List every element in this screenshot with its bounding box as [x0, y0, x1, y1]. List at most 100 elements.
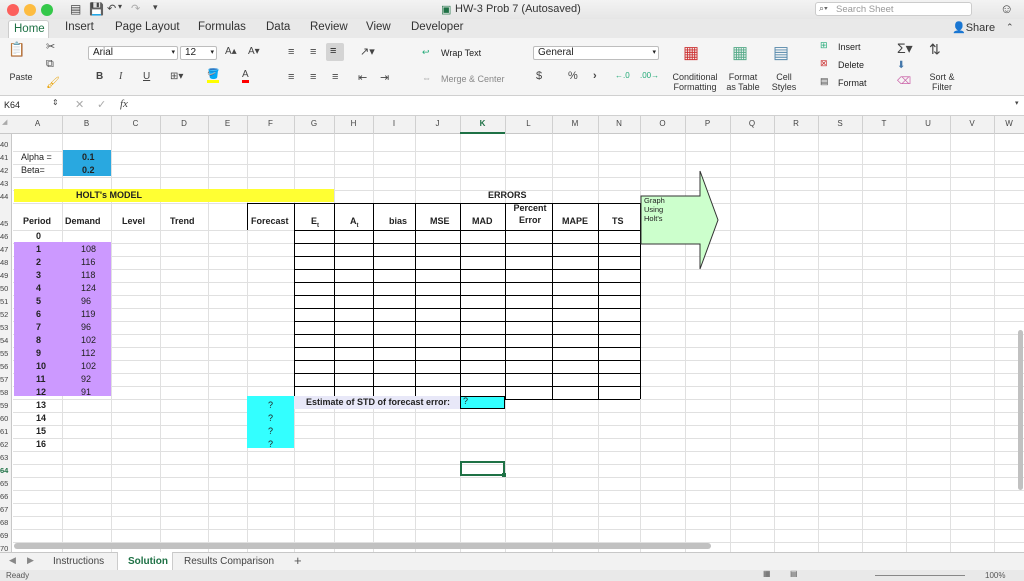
column-header-g[interactable]: G	[294, 119, 334, 128]
forecast-unknown-cell[interactable]: ?	[268, 399, 273, 412]
alpha-value[interactable]: 0.1	[82, 151, 95, 164]
undo-dropdown-icon[interactable]: ▾	[118, 2, 122, 11]
period-cell[interactable]: 8	[36, 334, 41, 347]
save-icon[interactable]: 💾	[89, 2, 104, 16]
row-header-48[interactable]: 48	[0, 256, 12, 269]
row-header-41[interactable]: 41	[0, 151, 12, 164]
forecast-unknown-cell[interactable]: ?	[268, 438, 273, 451]
demand-cell[interactable]: 112	[81, 347, 95, 360]
period-cell[interactable]: 2	[36, 256, 41, 269]
tab-data[interactable]: Data	[266, 21, 290, 33]
formula-input[interactable]	[140, 98, 1015, 113]
demand-cell[interactable]: 96	[81, 295, 91, 308]
column-header-r[interactable]: R	[774, 119, 818, 128]
column-header-n[interactable]: N	[598, 119, 640, 128]
tab-developer[interactable]: Developer	[411, 21, 463, 33]
demand-cell[interactable]: 108	[81, 243, 96, 256]
prev-sheet-icon[interactable]: ◀	[9, 555, 16, 566]
align-left-icon[interactable]: ≡	[288, 71, 294, 83]
select-all-icon[interactable]: ◢	[2, 118, 7, 126]
tab-insert[interactable]: Insert	[65, 21, 94, 33]
row-header-46[interactable]: 46	[0, 230, 12, 243]
row-header-55[interactable]: 55	[0, 347, 12, 360]
row-header-69[interactable]: 69	[0, 529, 12, 542]
demand-cell[interactable]: 116	[81, 256, 95, 269]
sheet-tab-instructions[interactable]: Instructions	[53, 556, 104, 567]
demand-cell[interactable]: 119	[81, 308, 95, 321]
period-cell[interactable]: 6	[36, 308, 41, 321]
period-cell[interactable]: 0	[36, 230, 41, 243]
add-sheet-icon[interactable]: +	[294, 553, 302, 568]
conditional-formatting-icon[interactable]: ▦	[683, 43, 699, 63]
align-right-icon[interactable]: ≡	[332, 71, 338, 83]
font-name-select[interactable]: Arial ▾	[88, 46, 178, 60]
minimize-window-button[interactable]	[24, 4, 36, 16]
column-header-u[interactable]: U	[906, 119, 950, 128]
demand-cell[interactable]: 102	[81, 360, 96, 373]
borders-icon[interactable]: ⊞▾	[170, 71, 183, 82]
tab-review[interactable]: Review	[310, 21, 348, 33]
fill-icon[interactable]: ⬇	[897, 60, 905, 71]
sort-filter-icon[interactable]: ⇅	[929, 41, 941, 58]
smiley-feedback-icon[interactable]: ☺	[1000, 1, 1013, 16]
demand-cell[interactable]: 92	[81, 373, 91, 386]
cell-styles-label[interactable]: Cell Styles	[769, 72, 799, 92]
comma-style-button[interactable]: ›	[593, 70, 597, 82]
column-header-w[interactable]: W	[994, 119, 1024, 128]
tab-formulas[interactable]: Formulas	[198, 21, 246, 33]
column-header-m[interactable]: M	[552, 119, 598, 128]
period-cell[interactable]: 3	[36, 269, 41, 282]
increase-decimal-icon[interactable]: ←.0	[615, 71, 630, 80]
cut-icon[interactable]: ✂	[46, 40, 55, 53]
copy-icon[interactable]: ⧉	[46, 58, 54, 71]
period-cell[interactable]: 14	[36, 412, 46, 425]
row-header-60[interactable]: 60	[0, 412, 12, 425]
collapse-ribbon-icon[interactable]: ⌃	[1006, 22, 1014, 33]
forecast-unknown-cell[interactable]: ?	[268, 412, 273, 425]
row-header-64[interactable]: 64	[0, 464, 12, 477]
demand-cell[interactable]: 91	[81, 386, 91, 399]
column-header-v[interactable]: V	[950, 119, 994, 128]
italic-button[interactable]: I	[119, 71, 122, 82]
row-header-42[interactable]: 42	[0, 164, 12, 177]
column-header-f[interactable]: F	[247, 119, 294, 128]
undo-icon[interactable]: ↶	[107, 2, 116, 15]
demand-cell[interactable]: 118	[81, 269, 95, 282]
font-size-select[interactable]: 12 ▾	[180, 46, 217, 60]
column-header-i[interactable]: I	[373, 119, 415, 128]
underline-button[interactable]: U	[143, 71, 150, 82]
row-header-56[interactable]: 56	[0, 360, 12, 373]
format-as-table-label[interactable]: Format as Table	[724, 72, 762, 92]
row-header-63[interactable]: 63	[0, 451, 12, 464]
column-header-o[interactable]: O	[640, 119, 685, 128]
tab-view[interactable]: View	[366, 21, 391, 33]
fill-color-icon[interactable]: 🪣	[207, 69, 220, 83]
period-cell[interactable]: 12	[36, 386, 46, 399]
row-header-67[interactable]: 67	[0, 503, 12, 516]
paste-icon[interactable]: 📋	[8, 41, 25, 58]
close-window-button[interactable]	[7, 4, 19, 16]
zoom-level[interactable]: 100%	[985, 570, 1005, 581]
sort-filter-label[interactable]: Sort & Filter	[923, 72, 961, 92]
row-header-47[interactable]: 47	[0, 243, 12, 256]
period-cell[interactable]: 10	[36, 360, 46, 373]
column-header-c[interactable]: C	[111, 119, 160, 128]
wrap-text-button[interactable]: Wrap Text	[441, 48, 481, 58]
customize-toolbar-icon[interactable]: ▾	[153, 2, 158, 13]
column-header-d[interactable]: D	[160, 119, 208, 128]
column-header-b[interactable]: B	[62, 119, 111, 128]
fill-handle[interactable]	[502, 473, 506, 477]
align-center-icon[interactable]: ≡	[310, 71, 316, 83]
redo-icon[interactable]: ↷	[131, 2, 140, 15]
align-middle-icon[interactable]: ≡	[310, 46, 316, 58]
paste-label[interactable]: Paste	[6, 72, 36, 82]
sheet-tab-solution[interactable]: Solution	[117, 552, 173, 570]
row-header-53[interactable]: 53	[0, 321, 12, 334]
column-header-a[interactable]: A	[13, 119, 62, 128]
row-header-54[interactable]: 54	[0, 334, 12, 347]
sidebar-toggle-icon[interactable]: ▤	[70, 2, 81, 16]
increase-indent-icon[interactable]: ⇥	[380, 71, 389, 84]
decrease-indent-icon[interactable]: ⇤	[358, 71, 367, 84]
cell-styles-icon[interactable]: ▤	[773, 43, 789, 63]
name-box-dropdown-icon[interactable]: ⇕	[52, 98, 59, 107]
